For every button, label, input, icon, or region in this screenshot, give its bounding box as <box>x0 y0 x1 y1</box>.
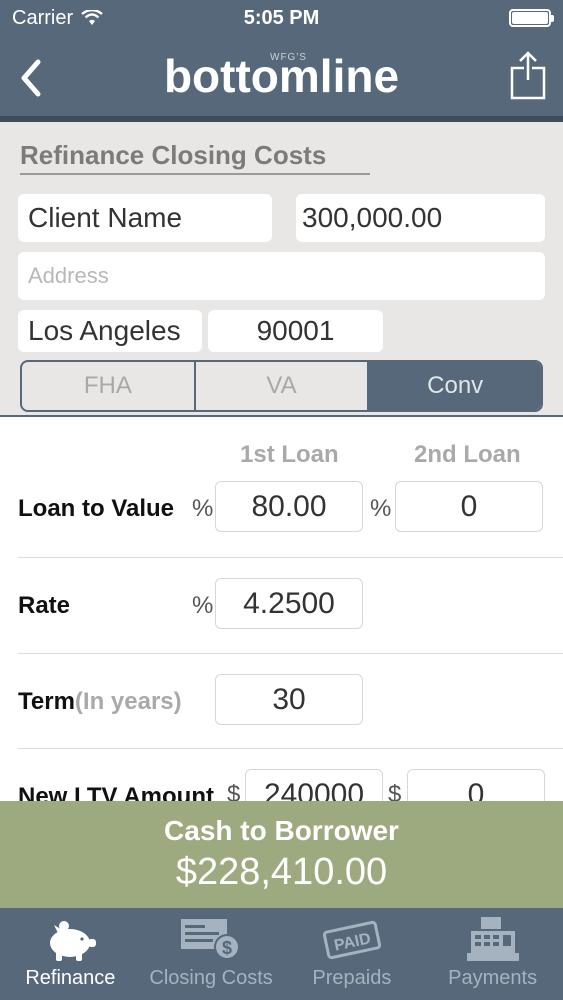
section-title: Refinance Closing Costs <box>20 140 370 175</box>
nav-header: WFG'S bottomline <box>0 36 563 122</box>
tab-closing-costs[interactable]: $ Closing Costs <box>141 908 282 1000</box>
col-head-first-loan: 1st Loan <box>240 441 339 468</box>
new-ltv-first-input[interactable]: 240000 <box>245 769 383 801</box>
col-head-second-loan: 2nd Loan <box>414 441 521 468</box>
new-ltv-dollar-unit: $ <box>227 781 241 801</box>
share-icon[interactable] <box>509 50 547 102</box>
cash-value: $228,410.00 <box>175 851 388 893</box>
svg-text:$: $ <box>222 938 232 958</box>
brand-title: bottomline <box>163 50 400 102</box>
new-ltv-second-dollar-unit: $ <box>388 781 402 801</box>
row-divider <box>18 748 563 749</box>
carrier-label: Carrier <box>12 6 74 29</box>
row-divider <box>18 653 563 654</box>
loan-type-segmented-control: FHA VA Conv <box>20 360 543 412</box>
ltv-second-percent-unit: % <box>370 495 392 522</box>
tab-prepaids[interactable]: PAID Prepaids <box>282 908 423 1000</box>
tab-payments-label: Payments <box>448 967 538 989</box>
tab-closing-costs-label: Closing Costs <box>149 967 273 989</box>
ltv-label: Loan to Value <box>18 495 175 522</box>
status-left: Carrier <box>12 7 103 30</box>
rate-label: Rate <box>18 592 71 619</box>
ltv-second-input[interactable]: 0 <box>395 481 543 532</box>
term-input[interactable]: 30 <box>215 674 363 725</box>
loan-table: 1st Loan 2nd Loan Loan to Value % 80.00 … <box>0 417 563 801</box>
status-bar: Carrier 5:05 PM <box>0 0 563 36</box>
brand: bottomline <box>0 50 563 102</box>
new-ltv-second-input[interactable]: 0 <box>407 769 545 801</box>
city-field[interactable]: Los Angeles <box>18 310 202 352</box>
client-form: Refinance Closing Costs Client Name 300,… <box>0 128 563 416</box>
cash-label: Cash to Borrower <box>164 815 399 846</box>
check-dollar-icon: $ <box>181 919 241 960</box>
term-label: Term(In years) <box>18 688 182 716</box>
cash-register-icon <box>466 917 519 961</box>
tab-refinance-label: Refinance <box>25 967 116 989</box>
client-name-field[interactable]: Client Name <box>18 194 272 242</box>
battery-icon <box>509 9 554 27</box>
rate-input[interactable]: 4.2500 <box>215 578 363 629</box>
amount-field[interactable]: 300,000.00 <box>296 194 545 242</box>
address-input[interactable]: Address <box>18 252 545 300</box>
term-label-text: Term <box>18 688 75 715</box>
tab-refinance[interactable]: Refinance <box>0 908 141 1000</box>
tab-bar: Refinance $ Closing Costs PAID Prepaids <box>0 908 563 1000</box>
wifi-icon <box>81 10 103 25</box>
cash-to-borrower-banner: Cash to Borrower $228,410.00 <box>0 801 563 908</box>
row-divider <box>18 557 563 558</box>
piggy-bank-icon <box>50 921 97 961</box>
segment-fha[interactable]: FHA <box>22 362 196 410</box>
ltv-first-input[interactable]: 80.00 <box>215 481 363 532</box>
rate-percent-unit: % <box>192 592 214 619</box>
segment-conv[interactable]: Conv <box>369 362 541 410</box>
paid-stamp-icon: PAID <box>322 920 381 960</box>
new-ltv-label: New LTV Amount <box>18 783 214 801</box>
tab-prepaids-label: Prepaids <box>312 967 392 989</box>
tab-payments[interactable]: Payments <box>422 908 563 1000</box>
segment-va[interactable]: VA <box>196 362 370 410</box>
term-hint: (In years) <box>74 688 182 715</box>
ltv-percent-unit: % <box>192 495 214 522</box>
zip-field[interactable]: 90001 <box>208 310 383 352</box>
